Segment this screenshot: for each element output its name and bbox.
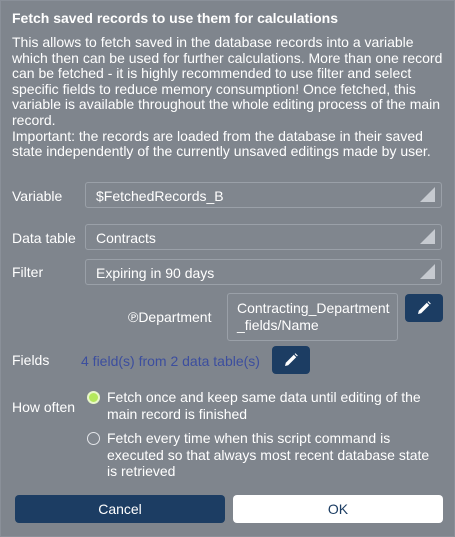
variable-value: $FetchedRecords_B <box>96 188 224 204</box>
fetch-every-time-radio[interactable] <box>87 432 100 445</box>
fields-label: Fields <box>12 352 50 368</box>
ok-button[interactable]: OK <box>233 495 443 523</box>
pencil-icon <box>285 353 298 366</box>
variable-select[interactable]: $FetchedRecords_B <box>85 182 442 208</box>
how-often-label: How often <box>12 399 76 415</box>
fields-edit-button[interactable] <box>272 346 310 374</box>
dialog-description: This allows to fetch saved in the databa… <box>12 34 448 160</box>
cancel-button[interactable]: Cancel <box>15 495 225 523</box>
dropdown-arrow-icon <box>420 187 435 202</box>
department-edit-button[interactable] <box>405 294 443 322</box>
fetch-records-dialog: Fetch saved records to use them for calc… <box>0 0 455 537</box>
dropdown-arrow-icon <box>420 264 435 279</box>
filter-select[interactable]: Expiring in 90 days <box>85 259 442 285</box>
filter-value: Expiring in 90 days <box>96 265 215 281</box>
fields-link[interactable]: 4 field(s) from 2 data table(s) <box>81 353 260 369</box>
data-table-label: Data table <box>12 230 76 246</box>
data-table-value: Contracts <box>96 230 156 246</box>
pencil-icon <box>418 301 431 314</box>
department-field[interactable]: Contracting_Department_fields/Name <box>227 293 398 341</box>
description-text: This allows to fetch saved in the databa… <box>12 34 443 160</box>
dialog-title: Fetch saved records to use them for calc… <box>12 10 338 26</box>
department-value: Contracting_Department_fields/Name <box>237 300 390 333</box>
data-table-select[interactable]: Contracts <box>85 224 442 250</box>
filter-label: Filter <box>12 264 44 280</box>
fetch-every-time-label[interactable]: Fetch every time when this script comman… <box>107 430 442 480</box>
fetch-once-label[interactable]: Fetch once and keep same data until edit… <box>107 389 442 422</box>
variable-label: Variable <box>12 188 63 204</box>
dropdown-arrow-icon <box>420 229 435 244</box>
department-label: ℗Department <box>128 309 212 325</box>
fetch-once-radio[interactable] <box>87 391 100 404</box>
